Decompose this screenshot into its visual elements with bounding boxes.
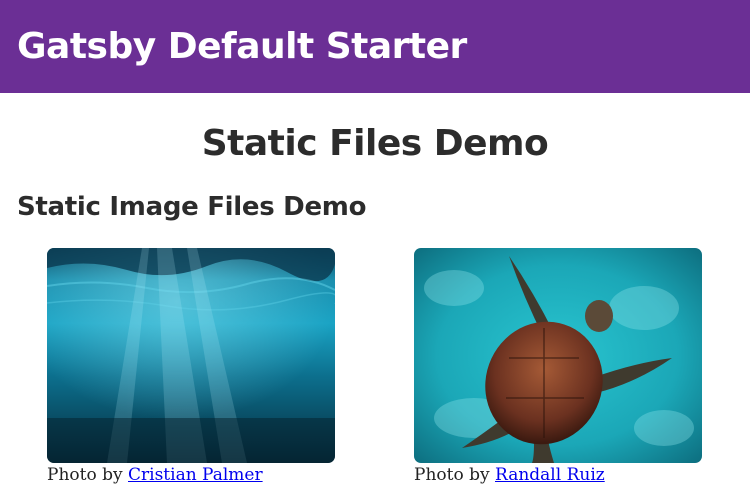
caption-prefix: Photo by [47, 465, 123, 485]
photo-caption: Photo by Cristian Palmer [47, 465, 337, 485]
page-title: Static Files Demo [201, 123, 549, 164]
photographer-link[interactable]: Randall Ruiz [495, 465, 605, 485]
site-title-link[interactable]: Gatsby Default Starter [17, 26, 467, 67]
sea-turtle-photo [414, 248, 702, 463]
section-title: Static Image Files Demo [17, 192, 367, 222]
photographer-link[interactable]: Cristian Palmer [128, 465, 263, 485]
photo-caption: Photo by Randall Ruiz [414, 465, 704, 485]
photo-card-ocean: Photo by Cristian Palmer [47, 248, 337, 485]
site-header: Gatsby Default Starter [0, 0, 750, 93]
photo-card-turtle: Photo by Randall Ruiz [414, 248, 704, 485]
underwater-ocean-photo [47, 248, 335, 463]
caption-prefix: Photo by [414, 465, 490, 485]
